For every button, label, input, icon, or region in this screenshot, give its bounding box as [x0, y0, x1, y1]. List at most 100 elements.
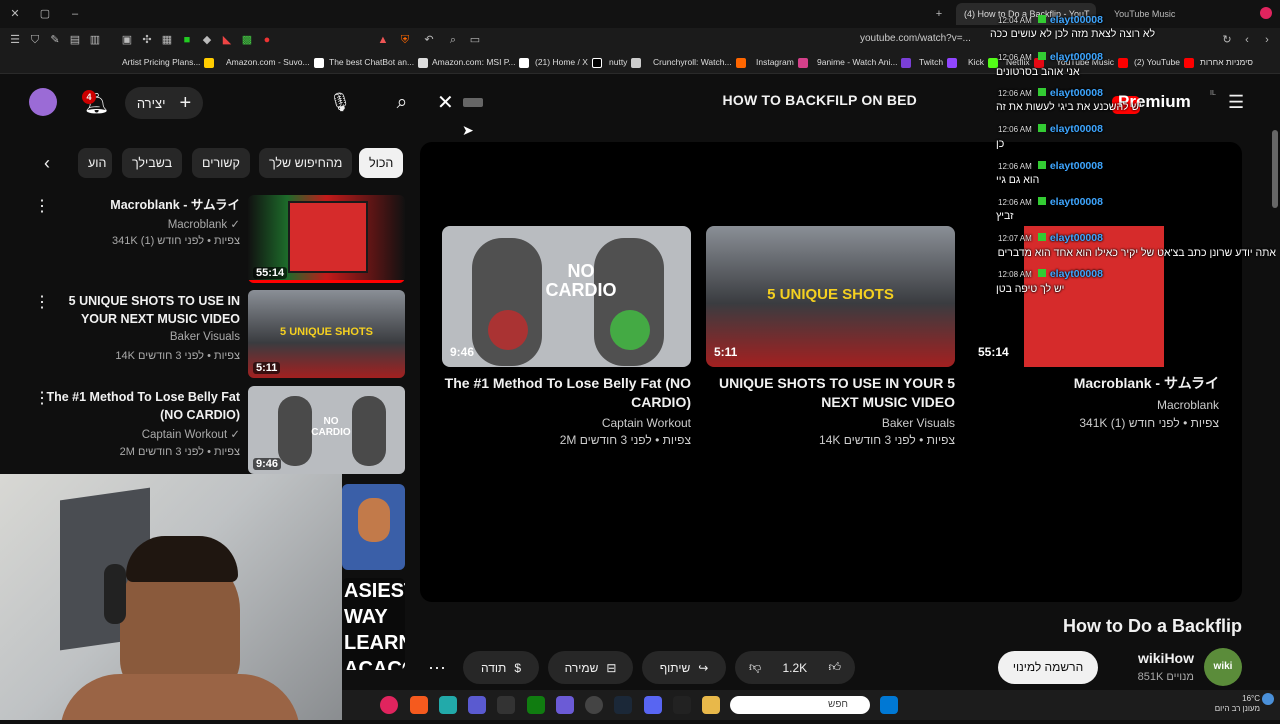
- bookmark-item[interactable]: (21) Home / X: [535, 57, 602, 68]
- endscreen-video-title[interactable]: The #1 Method To Lose Belly Fat (NO CARD…: [442, 374, 691, 412]
- window-close-icon[interactable]: ✕: [8, 7, 22, 21]
- green-extension-icon[interactable]: ■: [180, 33, 194, 47]
- chip-partial[interactable]: הוע: [78, 148, 112, 178]
- diamond-icon[interactable]: ◆: [200, 33, 214, 47]
- dislike-icon[interactable]: 👎︎: [749, 660, 761, 675]
- chat-message: כן: [996, 138, 1005, 150]
- endscreen-video-thumbnail[interactable]: NO CARDIO 9:46: [442, 226, 691, 367]
- bookmark-item[interactable]: Kick: [968, 57, 999, 68]
- clear-search-icon[interactable]: ✕: [437, 90, 454, 115]
- taskbar-app-icon[interactable]: [556, 696, 574, 714]
- menu-icon[interactable]: ☰: [8, 33, 22, 47]
- extension-icon[interactable]: ✎: [48, 33, 62, 47]
- record-icon[interactable]: ●: [260, 33, 274, 47]
- sidebar-video-thumbnail[interactable]: 55:14: [248, 195, 405, 283]
- forward-icon[interactable]: ›: [1260, 33, 1274, 47]
- create-button[interactable]: יצירה +: [125, 87, 203, 119]
- thanks-button[interactable]: תודה $: [463, 651, 539, 684]
- like-count[interactable]: 1.2K: [782, 661, 807, 675]
- sidebar-video-thumbnail[interactable]: NO CARDIO 9:46: [248, 386, 405, 474]
- tabs-icon[interactable]: ▤: [68, 33, 82, 47]
- new-tab-icon[interactable]: +: [932, 7, 946, 21]
- sidebar-video-title[interactable]: 5 UNIQUE SHOTS TO USE IN YOUR NEXT MUSIC…: [40, 292, 240, 328]
- bookmark-item[interactable]: Crunchyroll: Watch...: [653, 57, 746, 68]
- weather-widget[interactable]: 16°C מעונן רב היום: [1198, 694, 1260, 714]
- endscreen-video-title[interactable]: UNIQUE SHOTS TO USE IN YOUR 5 NEXT MUSIC…: [706, 374, 955, 412]
- bookmark-item[interactable]: Twitch: [919, 57, 958, 68]
- chart-extension-icon[interactable]: ▩: [240, 33, 254, 47]
- endscreen-video-thumbnail[interactable]: 5 UNIQUE SHOTS 5:11: [706, 226, 955, 367]
- taskbar-search-input[interactable]: חפש: [730, 696, 870, 714]
- bookmark-item[interactable]: Amazon.com: MSI P...: [432, 57, 530, 68]
- sidebar-video-channel[interactable]: Macroblank ✓: [40, 217, 240, 231]
- bookmark-item[interactable]: Artist Pricing Plans...: [122, 57, 215, 68]
- image-icon[interactable]: ▦: [160, 33, 174, 47]
- window-restore-icon[interactable]: ▢: [38, 7, 52, 21]
- shield-icon[interactable]: ⛉: [28, 33, 42, 47]
- sidebar-video-channel[interactable]: Captain Workout ✓: [40, 427, 240, 441]
- sidebar-video-title[interactable]: The #1 Method To Lose Belly Fat (NO CARD…: [40, 388, 240, 424]
- taskbar-brave-icon[interactable]: [410, 696, 428, 714]
- chip-all[interactable]: הכול: [359, 148, 404, 178]
- taskbar-discord-icon[interactable]: [644, 696, 662, 714]
- window-minimize-icon[interactable]: –: [68, 7, 82, 21]
- windows-start-icon[interactable]: [880, 696, 898, 714]
- warning-icon[interactable]: ▲: [376, 33, 390, 47]
- zoom-icon[interactable]: ⌕: [446, 33, 460, 47]
- endscreen-video-channel[interactable]: Baker Visuals: [706, 416, 955, 430]
- brave-shield-icon[interactable]: ⛨: [398, 33, 412, 47]
- page-scrollbar[interactable]: [1272, 130, 1278, 208]
- channel-name[interactable]: wikiHow: [1108, 650, 1194, 666]
- account-avatar[interactable]: [29, 88, 57, 116]
- taskbar-app-icon[interactable]: [439, 696, 457, 714]
- weather-desc: מעונן רב היום: [1214, 704, 1260, 713]
- bookmark-item[interactable]: nutty: [609, 57, 642, 68]
- chip-related[interactable]: קשורים: [192, 148, 250, 178]
- red-extension-icon[interactable]: ◣: [220, 33, 234, 47]
- reload-icon[interactable]: ↻: [1220, 33, 1234, 47]
- bookmark-item[interactable]: 9anime - Watch Ani...: [817, 57, 912, 68]
- subscribe-button[interactable]: הרשמה למינוי: [998, 651, 1098, 684]
- sidebar-video-channel[interactable]: Baker Visuals: [40, 331, 240, 343]
- keyboard-icon[interactable]: [463, 98, 483, 107]
- sidebar-icon[interactable]: ▥: [88, 33, 102, 47]
- bookmark-item[interactable]: Amazon.com - Suvo...: [226, 57, 324, 68]
- chat-message: לא רוצה לצאת מזה לכן לא עושים ככה: [990, 28, 1156, 40]
- screenshot-icon[interactable]: ▣: [120, 33, 134, 47]
- save-button[interactable]: שמירה ⊟: [548, 651, 633, 684]
- back-arrow-icon[interactable]: ↶: [422, 33, 436, 47]
- share-button[interactable]: שיתוף ↪: [642, 651, 726, 684]
- taskbar-steam-icon[interactable]: [614, 696, 632, 714]
- sidebar-video-thumbnail[interactable]: 5 UNIQUE SHOTS 5:11: [248, 290, 405, 378]
- partial-thumbnail-text[interactable]: ASIEST WAY LEARN ACACO: [342, 578, 405, 670]
- channel-avatar[interactable]: wiki How: [1204, 648, 1242, 710]
- watch-progress-bar: [248, 280, 405, 283]
- search-icon[interactable]: ⌕: [386, 88, 418, 118]
- taskbar-xbox-icon[interactable]: [527, 696, 545, 714]
- partial-thumbnail[interactable]: [342, 484, 405, 570]
- search-input[interactable]: HOW TO BACKFILP ON BED: [620, 92, 917, 108]
- bookmark-item[interactable]: Instagram: [756, 57, 808, 68]
- taskbar-epic-icon[interactable]: [673, 696, 691, 714]
- sidebar-video-meta: 14K צפיות • לפני 3 חודשים: [115, 350, 240, 362]
- chip-from-search[interactable]: מהחיפוש שלך: [259, 148, 353, 178]
- taskbar-id-icon[interactable]: [497, 696, 515, 714]
- endscreen-video-channel[interactable]: Captain Workout: [442, 416, 691, 430]
- endscreen-video-channel[interactable]: Macroblank: [970, 398, 1219, 412]
- chip-for-you[interactable]: בשבילך: [122, 148, 183, 178]
- back-icon[interactable]: ‹: [1240, 33, 1254, 47]
- endscreen-video-meta: 14K צפיות • לפני 3 חודשים: [819, 433, 955, 447]
- chevron-left-icon[interactable]: ‹: [44, 153, 50, 174]
- taskbar-explorer-icon[interactable]: [702, 696, 720, 714]
- like-icon[interactable]: 👍︎: [828, 660, 841, 675]
- taskbar-opera-icon[interactable]: [380, 696, 398, 714]
- microphone-icon[interactable]: 🎙︎: [325, 87, 355, 117]
- more-actions-icon[interactable]: ⋯: [428, 658, 446, 679]
- taskbar-github-icon[interactable]: [585, 696, 603, 714]
- cast-icon[interactable]: ▭: [468, 33, 482, 47]
- taskbar-teams-icon[interactable]: [468, 696, 486, 714]
- puzzle-icon[interactable]: ✣: [140, 33, 154, 47]
- sidebar-video-title[interactable]: Macroblank - サムライ: [40, 196, 240, 214]
- endscreen-video-title[interactable]: Macroblank - サムライ: [970, 374, 1219, 393]
- bookmark-item[interactable]: The best ChatBot an...: [329, 57, 429, 68]
